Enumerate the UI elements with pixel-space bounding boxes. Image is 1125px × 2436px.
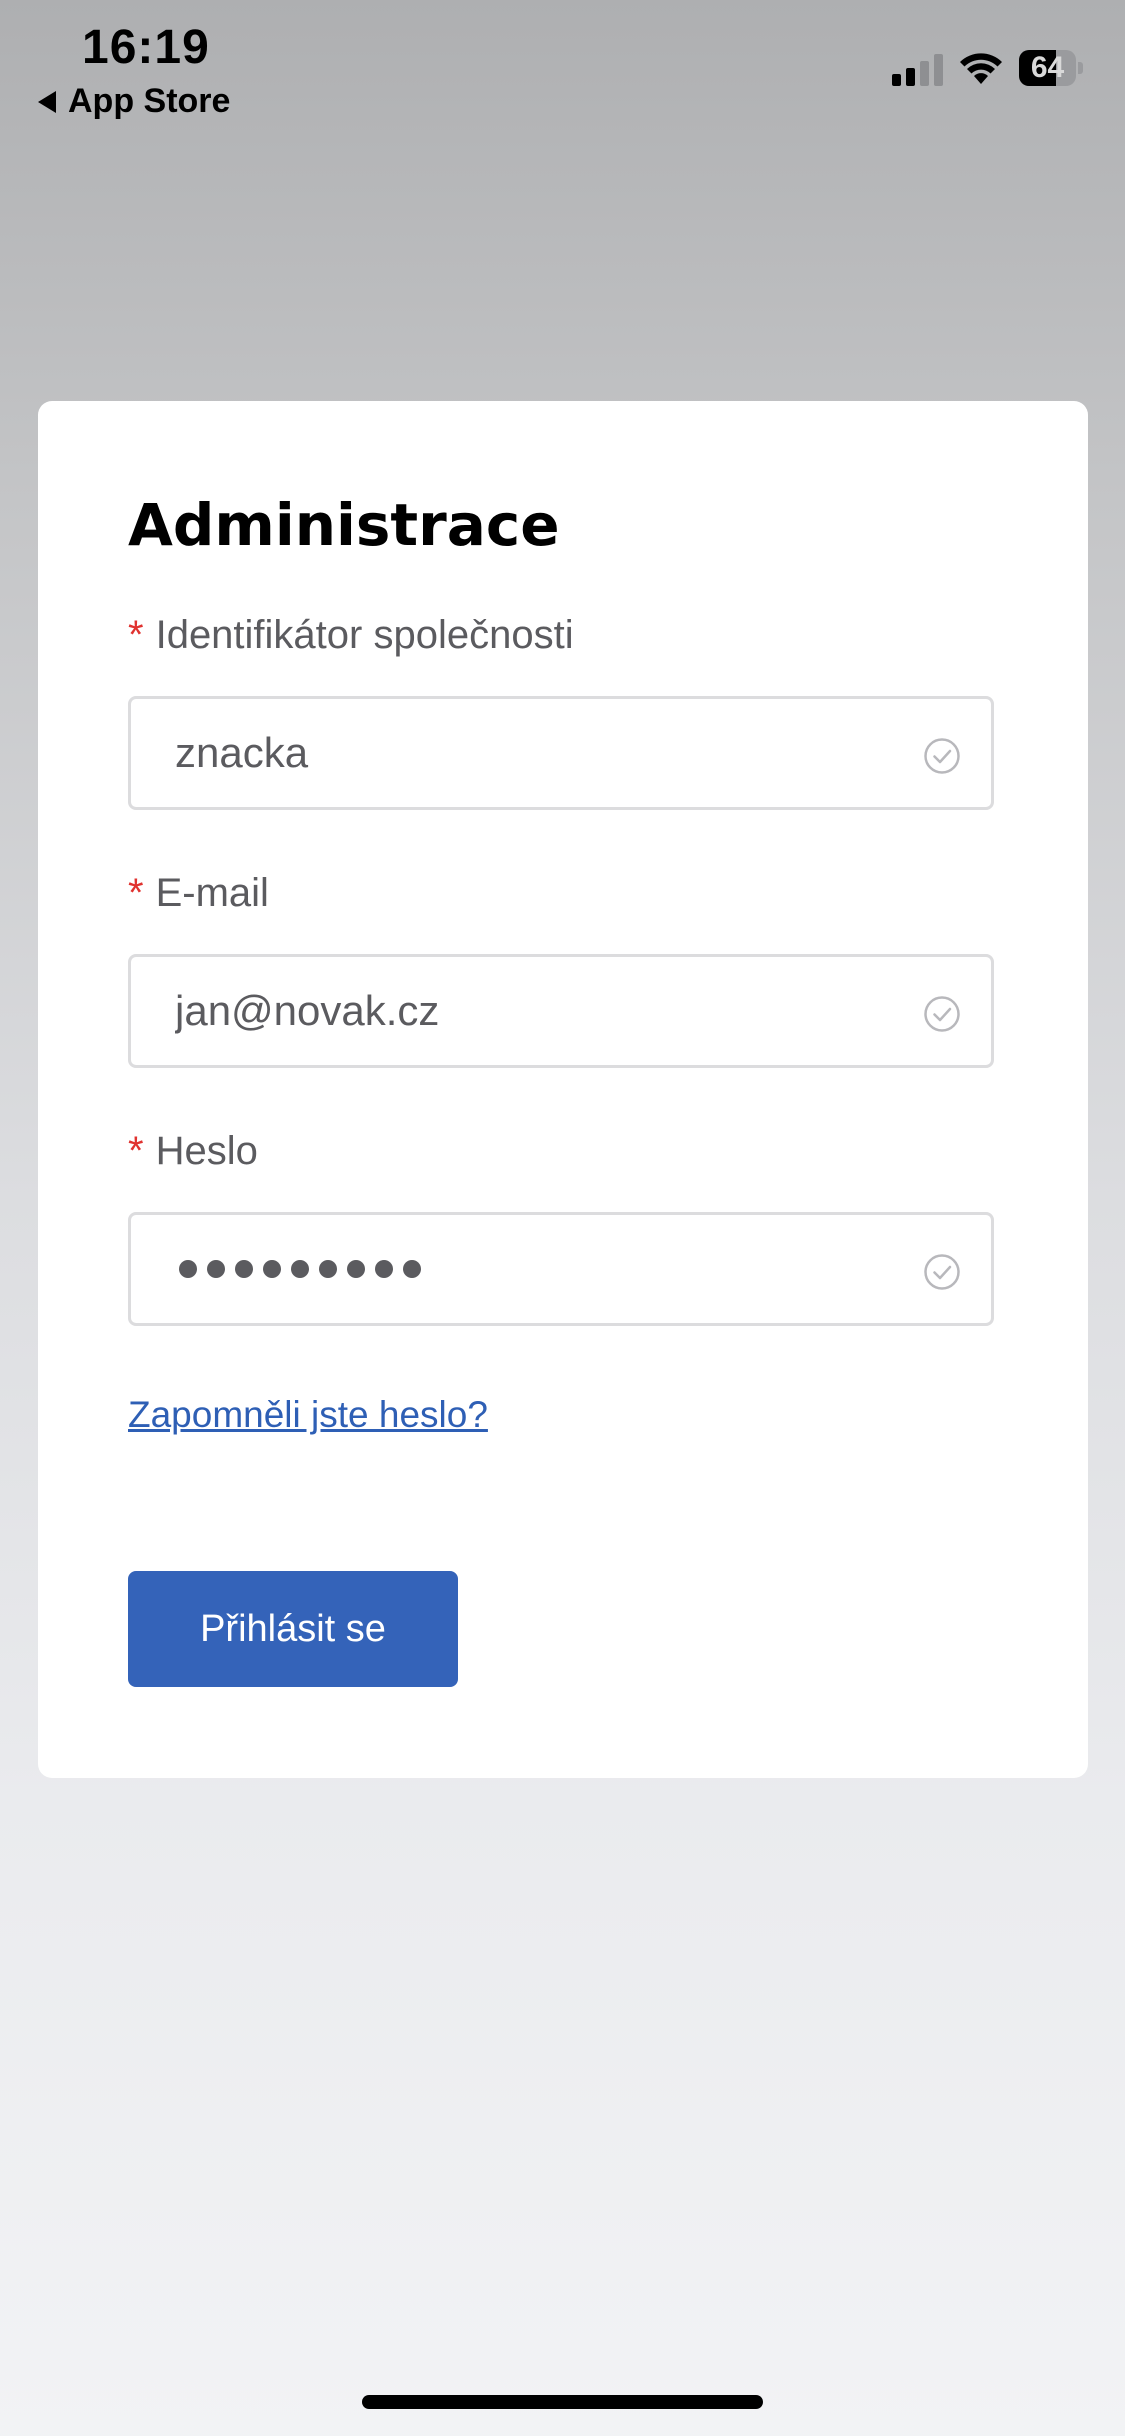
password-mask-dot [403, 1260, 421, 1278]
password-label-text: Heslo [155, 1129, 258, 1173]
check-circle-icon [923, 995, 961, 1033]
password-mask-dot [291, 1260, 309, 1278]
password-label: * Heslo [128, 1129, 258, 1174]
password-field[interactable] [128, 1212, 994, 1326]
password-mask-dot [319, 1260, 337, 1278]
page-title: Administrace [128, 491, 560, 559]
company-id-label-text: Identifikátor společnosti [155, 613, 574, 657]
required-mark: * [128, 613, 144, 657]
required-mark: * [128, 1129, 144, 1173]
login-button[interactable]: Přihlásit se [128, 1571, 458, 1687]
check-circle-icon [923, 1253, 961, 1291]
back-to-app-store[interactable]: App Store [38, 82, 230, 121]
password-mask-dot [375, 1260, 393, 1278]
email-field[interactable] [128, 954, 994, 1068]
wifi-icon [959, 51, 1003, 85]
login-card: Administrace * Identifikátor společnosti… [38, 401, 1088, 1778]
email-label-text: E-mail [155, 871, 269, 915]
battery-icon: 64 [1019, 50, 1083, 86]
back-triangle-icon [38, 90, 56, 113]
back-to-app-label: App Store [68, 82, 231, 120]
status-indicators: 64 [892, 50, 1083, 86]
password-mask-dot [179, 1260, 197, 1278]
required-mark: * [128, 871, 144, 915]
status-time: 16:19 [82, 21, 210, 74]
battery-level: 64 [1030, 51, 1065, 84]
password-mask-dot [207, 1260, 225, 1278]
company-id-field[interactable] [128, 696, 994, 810]
check-circle-icon [923, 737, 961, 775]
email-input[interactable] [175, 957, 891, 1065]
password-input[interactable] [179, 1215, 421, 1323]
home-indicator[interactable] [362, 2395, 763, 2409]
email-label: * E-mail [128, 871, 269, 916]
password-mask-dot [263, 1260, 281, 1278]
company-id-label: * Identifikátor společnosti [128, 613, 574, 658]
password-mask-dot [347, 1260, 365, 1278]
company-id-input[interactable] [175, 699, 891, 807]
cellular-signal-icon [892, 50, 943, 86]
forgot-password-link[interactable]: Zapomněli jste heslo? [128, 1394, 488, 1436]
password-mask-dot [235, 1260, 253, 1278]
